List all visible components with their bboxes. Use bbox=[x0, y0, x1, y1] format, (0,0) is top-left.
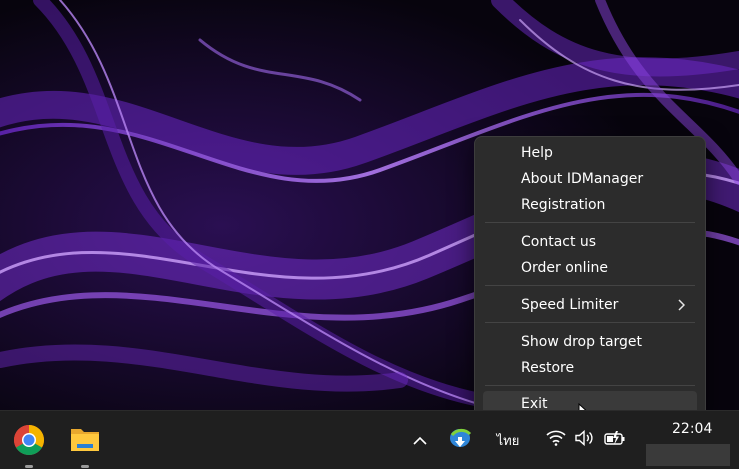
menu-item-label: Contact us bbox=[521, 234, 597, 250]
menu-separator bbox=[485, 322, 695, 323]
menu-item-speed-limiter[interactable]: Speed Limiter bbox=[483, 292, 697, 318]
menu-item-order-online[interactable]: Order online bbox=[483, 255, 697, 281]
menu-separator bbox=[485, 385, 695, 386]
menu-item-registration[interactable]: Registration bbox=[483, 192, 697, 218]
battery-button[interactable] bbox=[602, 429, 628, 451]
battery-charging-icon bbox=[604, 430, 626, 450]
menu-item-label: Restore bbox=[521, 360, 575, 376]
menu-item-label: About IDManager bbox=[521, 171, 644, 187]
taskbar-app-file-explorer[interactable] bbox=[68, 425, 102, 468]
menu-item-label: Show drop target bbox=[521, 334, 643, 350]
running-indicator bbox=[25, 465, 33, 468]
running-indicator bbox=[81, 465, 89, 468]
chevron-right-icon bbox=[675, 292, 687, 318]
menu-item-label: Registration bbox=[521, 197, 606, 213]
menu-item-help[interactable]: Help bbox=[483, 140, 697, 166]
clock-date[interactable] bbox=[646, 444, 730, 466]
menu-item-show-drop-target[interactable]: Show drop target bbox=[483, 329, 697, 355]
file-explorer-icon bbox=[69, 425, 101, 459]
taskbar: ไทย 22:04 bbox=[0, 410, 739, 469]
chevron-up-icon bbox=[413, 431, 427, 450]
menu-item-about[interactable]: About IDManager bbox=[483, 166, 697, 192]
menu-item-label: Speed Limiter bbox=[521, 297, 619, 313]
language-indicator[interactable]: ไทย bbox=[490, 429, 526, 451]
language-label: ไทย bbox=[496, 433, 520, 449]
tray-context-menu: Help About IDManager Registration Contac… bbox=[474, 136, 706, 418]
volume-icon bbox=[574, 429, 594, 450]
idm-tray-button[interactable] bbox=[447, 427, 473, 453]
wifi-icon bbox=[546, 430, 566, 450]
menu-item-label: Help bbox=[521, 145, 553, 161]
menu-item-restore[interactable]: Restore bbox=[483, 355, 697, 381]
chrome-icon bbox=[13, 424, 45, 460]
menu-separator bbox=[485, 222, 695, 223]
menu-separator bbox=[485, 285, 695, 286]
show-hidden-icons-button[interactable] bbox=[410, 429, 430, 451]
network-button[interactable] bbox=[544, 429, 568, 451]
volume-button[interactable] bbox=[572, 429, 596, 451]
menu-item-contact-us[interactable]: Contact us bbox=[483, 229, 697, 255]
clock-time[interactable]: 22:04 bbox=[672, 421, 712, 437]
menu-item-label: Order online bbox=[521, 260, 608, 276]
taskbar-app-chrome[interactable] bbox=[12, 424, 46, 468]
idm-tray-icon bbox=[448, 427, 472, 453]
